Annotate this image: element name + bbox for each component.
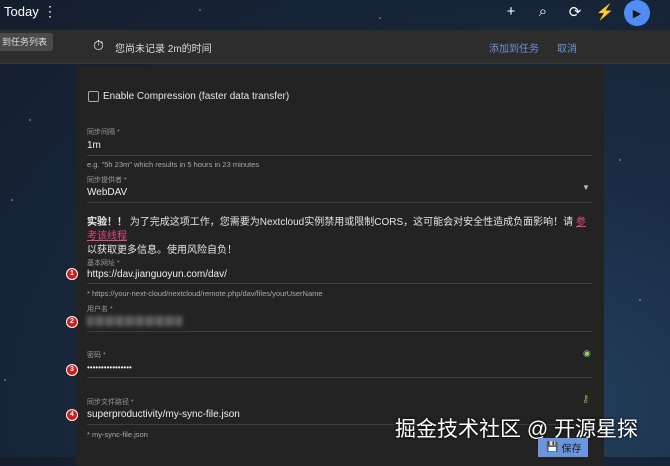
key-icon: ⚷: [582, 394, 590, 405]
password-input[interactable]: ••••••••••••••••: [87, 363, 132, 372]
sync-interval-label: 同步间隔 *: [87, 129, 120, 136]
sync-provider-select[interactable]: WebDAV: [87, 187, 127, 198]
sync-file-path-hint: * my-sync-file.json: [87, 430, 148, 439]
step-badge: 2: [66, 316, 78, 328]
password-label: 密码 *: [87, 352, 106, 359]
watermark: 掘金技术社区 @ 开源星探: [395, 418, 638, 441]
step-badge: 4: [66, 409, 78, 421]
step-badge: 1: [66, 268, 78, 280]
play-button[interactable]: ▶: [624, 0, 650, 26]
save-icon: 💾: [546, 442, 559, 453]
save-label: 保存: [561, 444, 582, 455]
flash-icon[interactable]: ⚡: [595, 3, 615, 21]
sync-interval-input[interactable]: 1m: [87, 140, 101, 151]
step-badge: 3: [66, 364, 78, 376]
base-url-hint: * https://your-next-cloud/nextcloud/remo…: [87, 289, 323, 298]
cors-warning: 实验！！ 为了完成这项工作，您需要为Nextcloud实例禁用或限制CORS，这…: [87, 216, 592, 258]
banner-message: 您尚未记录 2m的时间: [115, 44, 212, 55]
divider: [87, 377, 592, 378]
page-title: Today: [4, 4, 39, 19]
divider: [87, 331, 592, 332]
warning-text: 为了完成这项工作，您需要为Nextcloud实例禁用或限制CORS，这可能会对安…: [127, 217, 576, 228]
sync-file-path-input[interactable]: superproductivity/my-sync-file.json: [87, 409, 240, 420]
sync-file-path-label: 同步文件路径 *: [87, 399, 134, 406]
add-to-task-button[interactable]: 添加到任务: [489, 40, 539, 55]
visibility-icon[interactable]: ◉: [583, 348, 591, 359]
play-icon: ▶: [632, 7, 642, 20]
username-input[interactable]: [87, 316, 182, 326]
search-icon[interactable]: ⌕: [533, 3, 553, 20]
compression-label[interactable]: Enable Compression (faster data transfer…: [103, 91, 289, 102]
save-button[interactable]: 💾 保存: [538, 438, 588, 457]
divider: [87, 155, 592, 156]
compression-checkbox[interactable]: [88, 91, 99, 102]
sync-interval-hint: e.g. "5h 23m" which results in 5 hours i…: [87, 160, 260, 169]
sync-provider-label: 同步提供者 *: [87, 177, 127, 184]
more-vert-icon[interactable]: ⋮: [43, 3, 57, 20]
warning-text-2: 以获取更多信息。使用风险自负！: [87, 245, 237, 256]
move-to-task-list-button[interactable]: 到任务列表: [0, 33, 54, 51]
sync-settings-panel: [76, 66, 604, 466]
cancel-button[interactable]: 取消: [557, 40, 577, 55]
username-label: 用户名 *: [87, 306, 113, 313]
divider: [87, 202, 592, 203]
warning-title: 实验！！: [87, 217, 127, 228]
add-icon[interactable]: +: [501, 3, 521, 20]
chevron-down-icon[interactable]: ▼: [582, 183, 590, 192]
base-url-input[interactable]: https://dav.jianguoyun.com/dav/: [87, 269, 227, 280]
divider: [87, 283, 592, 284]
base-url-label: 基本网址 *: [87, 260, 120, 267]
stopwatch-icon: ⏱: [93, 37, 104, 53]
sync-icon[interactable]: ⟳: [565, 3, 585, 21]
